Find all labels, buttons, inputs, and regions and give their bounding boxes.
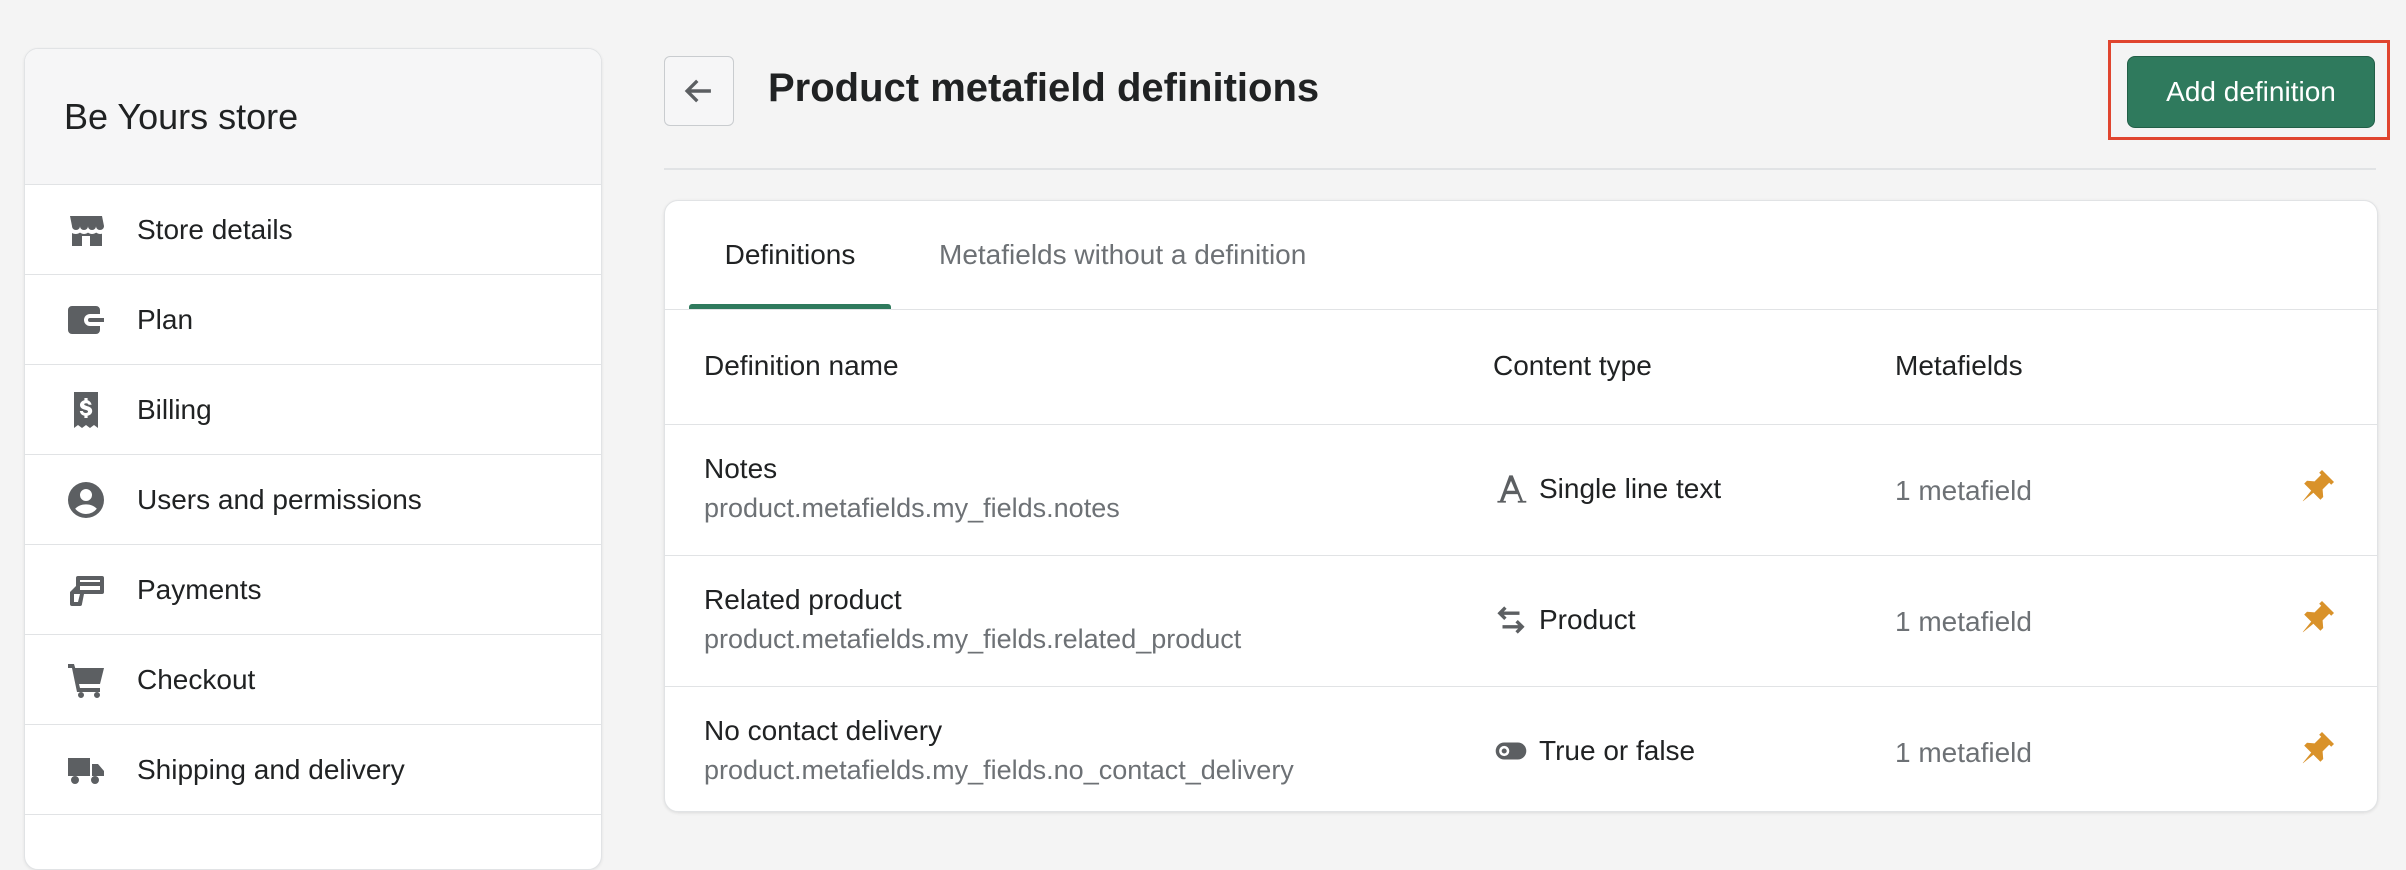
definition-name: Related product xyxy=(704,584,902,615)
definition-key: product.metafields.my_fields.related_pro… xyxy=(704,624,1242,654)
content-type-label: Single line text xyxy=(1539,473,1722,504)
table-row[interactable]: Related product product.metafields.my_fi… xyxy=(665,556,2377,687)
payments-icon xyxy=(64,568,108,612)
content-type: Single line text xyxy=(1493,471,1721,507)
metafield-count: 1 metafield xyxy=(1895,606,2032,637)
definition-key: product.metafields.my_fields.no_contact_… xyxy=(704,755,1294,785)
store-header: Be Yours store xyxy=(25,49,601,185)
tab-definitions[interactable]: Definitions xyxy=(689,201,891,309)
page-title: Product metafield definitions xyxy=(768,66,1320,110)
sidebar-item-checkout[interactable]: Checkout xyxy=(25,635,601,725)
arrow-left-icon xyxy=(682,74,716,108)
content-type-label: True or false xyxy=(1539,735,1696,766)
back-button[interactable] xyxy=(664,56,734,126)
add-definition-button[interactable]: Add definition xyxy=(2127,56,2375,128)
sidebar-item-billing[interactable]: Billing xyxy=(25,365,601,455)
sidebar-item-label: Checkout xyxy=(137,663,256,695)
user-icon xyxy=(64,478,108,522)
column-header-content-type[interactable]: Content type xyxy=(1493,350,1652,382)
definition-name: No contact delivery xyxy=(704,715,943,746)
column-header-definition-name[interactable]: Definition name xyxy=(704,350,899,382)
sidebar-item-payments[interactable]: Payments xyxy=(25,545,601,635)
pin-icon[interactable] xyxy=(2297,729,2337,769)
tab-metafields-without-definition[interactable]: Metafields without a definition xyxy=(939,201,1306,309)
truck-icon xyxy=(64,748,108,792)
content-type: True or false xyxy=(1493,733,1695,769)
metafield-count: 1 metafield xyxy=(1895,475,2032,506)
toggle-icon xyxy=(1493,733,1529,769)
wallet-icon xyxy=(64,298,108,342)
sidebar-item-users-and-permissions[interactable]: Users and permissions xyxy=(25,455,601,545)
sidebar-item-label: Shipping and delivery xyxy=(137,753,405,785)
sidebar-item-label: Users and permissions xyxy=(137,483,422,515)
store-icon xyxy=(64,208,108,252)
definitions-card: Definitions Metafields without a definit… xyxy=(664,200,2378,812)
pin-icon[interactable] xyxy=(2297,598,2337,638)
table-row[interactable]: No contact delivery product.metafields.m… xyxy=(665,687,2377,811)
definition-name: Notes xyxy=(704,453,778,484)
settings-sidebar: Be Yours store Store details Plan Billin… xyxy=(24,48,602,870)
header-divider xyxy=(664,168,2376,170)
sidebar-item-label: Plan xyxy=(137,303,194,335)
definition-key: product.metafields.my_fields.notes xyxy=(704,493,1120,523)
column-header-metafields[interactable]: Metafields xyxy=(1895,350,2023,382)
text-icon xyxy=(1493,471,1529,507)
sidebar-item-shipping-and-delivery[interactable]: Shipping and delivery xyxy=(25,725,601,815)
table-row[interactable]: Notes product.metafields.my_fields.notes… xyxy=(665,425,2377,556)
content-type: Product xyxy=(1493,602,1636,638)
cart-icon xyxy=(64,658,108,702)
pin-icon[interactable] xyxy=(2297,467,2337,507)
content-type-label: Product xyxy=(1539,604,1636,635)
sidebar-item-store-details[interactable]: Store details xyxy=(25,185,601,275)
store-name: Be Yours store xyxy=(64,95,299,137)
metafield-count: 1 metafield xyxy=(1895,737,2032,768)
sidebar-item-plan[interactable]: Plan xyxy=(25,275,601,365)
tabs: Definitions Metafields without a definit… xyxy=(665,201,2377,310)
table-header: Definition name Content type Metafields xyxy=(665,310,2377,425)
sidebar-item-label: Store details xyxy=(137,213,293,245)
sidebar-item-label: Billing xyxy=(137,393,212,425)
swap-arrows-icon xyxy=(1493,602,1529,638)
sidebar-item-label: Payments xyxy=(137,573,262,605)
receipt-dollar-icon xyxy=(64,388,108,432)
